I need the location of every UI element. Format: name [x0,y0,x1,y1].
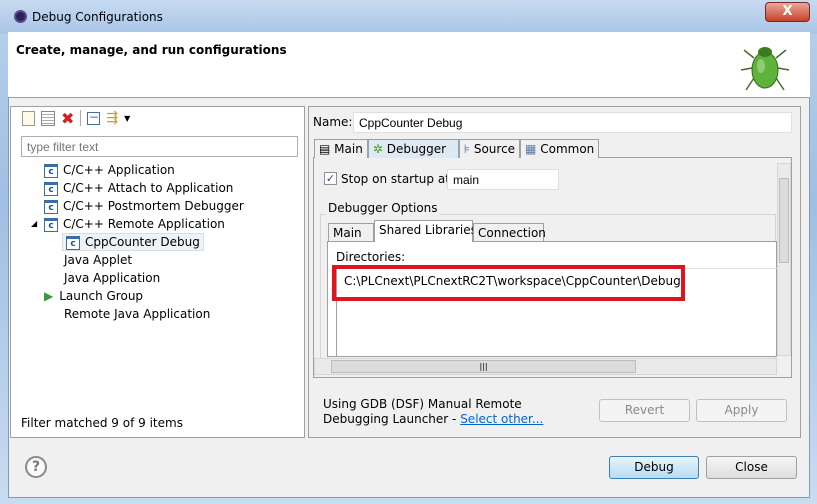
filter-input[interactable] [21,136,298,157]
tree-item[interactable]: c C/C++ Application [44,161,175,179]
highlight-box [332,265,685,301]
tree-item[interactable]: c CppCounter Debug [62,233,204,251]
eclipse-icon [14,10,27,23]
c-config-icon: c [44,181,58,196]
play-icon: ▶ [44,289,54,303]
view-menu-chevron-down-icon[interactable]: ▼ [124,114,130,123]
c-config-icon: c [44,217,58,232]
tree-item-label: CppCounter Debug [85,235,200,249]
window-close-button[interactable]: X [765,2,810,22]
tree-item-label: Java Applet [64,253,133,267]
inner-tab-shared-libraries[interactable]: Shared Libraries [374,220,477,242]
tree-item-label: C/C++ Attach to Application [63,181,234,195]
directories-label: Directories: [336,250,406,264]
tab-source[interactable]: ⊧ Source [458,139,521,158]
stop-on-startup-label: Stop on startup at: [341,172,454,186]
close-button[interactable]: Close [706,456,797,479]
tree-item-label: Java Application [64,271,161,285]
tree-item-label: Remote Java Application [64,307,211,321]
tree-item-label: C/C++ Postmortem Debugger [63,199,244,213]
vertical-scrollbar-thumb[interactable] [779,178,789,263]
tree-item[interactable]: ▶ Launch Group [44,287,143,305]
tab-source-label: Source [473,142,516,156]
debug-button[interactable]: Debug [609,456,699,479]
stop-on-startup-checkbox[interactable]: ✓ [324,172,337,185]
filter-icon[interactable]: ⇶ [106,110,118,126]
debugger-options-label: Debugger Options [326,201,440,215]
select-other-link[interactable]: Select other... [460,412,543,426]
launcher-info: Using GDB (DSF) Manual Remote Debugging … [323,397,583,427]
left-toolbar: ✖ − ⇶ ▼ [22,110,130,126]
tree-item[interactable]: ◢ c C/C++ Remote Application [31,215,225,233]
name-input[interactable] [353,112,792,133]
tree-item[interactable]: c C/C++ Postmortem Debugger [44,197,244,215]
toolbar-separator [80,110,82,126]
duplicate-icon[interactable] [41,110,55,126]
tab-main-label: Main [334,142,363,156]
bug-icon [740,47,790,91]
tab-common[interactable]: ▦ Common [520,139,600,158]
expand-triangle-icon[interactable]: ◢ [31,215,37,233]
tab-main[interactable]: ▤ Main [314,139,368,158]
tree-item[interactable]: Java Application [64,269,160,287]
window-title: Debug Configurations [32,10,163,24]
new-configuration-icon[interactable] [22,110,35,126]
tab-debugger[interactable]: ✲ Debugger [367,139,459,158]
revert-button[interactable]: Revert [599,399,690,422]
dialog-heading: Create, manage, and run configurations [16,43,287,57]
help-icon[interactable]: ? [25,456,47,478]
vertical-scrollbar[interactable] [777,163,791,356]
collapse-all-icon[interactable]: − [87,111,101,125]
horizontal-scrollbar[interactable]: ||| [314,358,777,375]
c-config-icon: c [44,199,58,214]
tab-debugger-label: Debugger [386,142,447,156]
tree-item-label: Launch Group [59,289,144,303]
c-config-icon: c [66,235,80,250]
name-label: Name: [313,115,353,129]
inner-tab-main[interactable]: Main [328,223,374,241]
tree-item[interactable]: Java Applet [64,251,132,269]
apply-button[interactable]: Apply [696,399,787,422]
common-table-icon: ▦ [525,142,537,156]
source-icon: ⊧ [463,142,470,156]
c-config-icon: c [44,163,58,178]
tree-item-label: C/C++ Application [63,163,175,177]
inner-tab-connection[interactable]: Connection [473,223,546,241]
tree-item[interactable]: c C/C++ Attach to Application [44,179,233,197]
tab-common-label: Common [540,142,595,156]
tree-item-label: C/C++ Remote Application [63,217,225,231]
delete-icon[interactable]: ✖ [61,110,74,126]
config-tabs: ▤ Main ✲ Debugger ⊧ Source ▦ Common [314,139,600,158]
dialog-header [8,32,810,98]
horizontal-scrollbar-thumb[interactable]: ||| [331,360,636,373]
tree-item[interactable]: Remote Java Application [64,305,210,323]
filter-status: Filter matched 9 of 9 items [21,416,183,430]
stop-on-startup-input[interactable] [447,169,559,190]
debugger-bug-icon: ✲ [372,142,383,156]
